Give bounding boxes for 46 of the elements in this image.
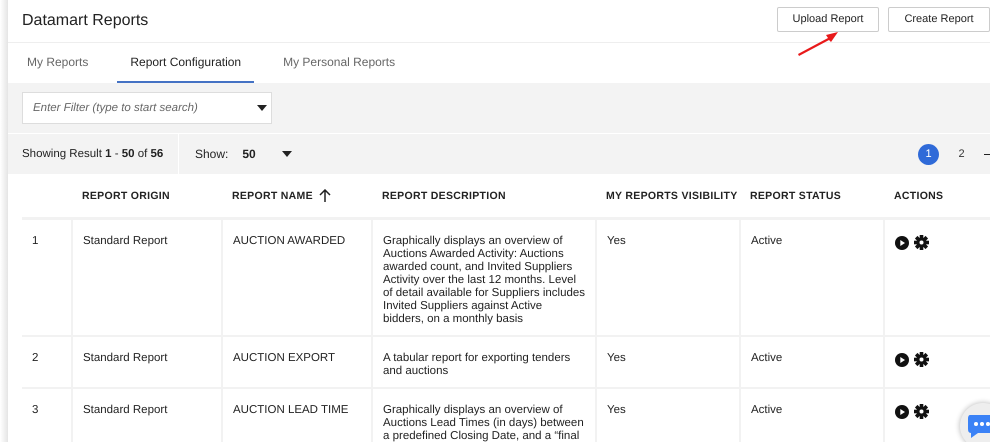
caret-icon: [282, 151, 292, 157]
table-cell: Yes: [607, 404, 626, 416]
column-header[interactable]: ACTIONS: [894, 190, 944, 202]
play-icon[interactable]: [895, 236, 909, 250]
table-cell: AUCTION EXPORT: [233, 352, 336, 364]
table-cell: AUCTION AWARDED: [233, 235, 346, 247]
table-cell: 2: [32, 352, 38, 364]
header-button[interactable]: Create Report: [888, 6, 990, 32]
settings-icon[interactable]: [914, 235, 929, 250]
table-cell: Active: [751, 404, 782, 416]
table-cell: Graphically displays an overview of Auctions Awarded Activity: Auctions awarded count, and Invited Suppliers Activity over the last 12 months. Level of detail available for Suppliers includes Invited Suppliers against Active bidders, on a monthly basis: [383, 235, 586, 325]
chat-icon: [966, 413, 990, 439]
column-header[interactable]: REPORT DESCRIPTION: [382, 190, 506, 202]
table-cell: Active: [751, 235, 782, 247]
show-label: Show:: [195, 147, 228, 161]
column-header[interactable]: REPORT STATUS: [750, 190, 842, 202]
tab[interactable]: My Reports: [14, 43, 102, 83]
column-header[interactable]: REPORT ORIGIN: [82, 190, 170, 202]
play-icon[interactable]: [895, 352, 909, 366]
table-cell: A tabular report for exporting tenders and auctions: [383, 352, 570, 377]
result-summary: Showing Result 1 - 50 of 56: [8, 134, 179, 174]
table-cell: Yes: [607, 352, 626, 364]
table-cell: AUCTION LEAD TIME: [233, 404, 348, 416]
page-link[interactable]: 1: [918, 144, 939, 164]
table-cell: 3: [32, 404, 38, 416]
page-size-dropdown[interactable]: 50: [238, 143, 296, 165]
table-cell: Graphically displays an overview of Auctions Lead Times (in days) between a predefined Closing Date, and a “final: [383, 404, 584, 442]
table-cell: Yes: [607, 235, 626, 247]
column-header[interactable]: REPORT NAME: [232, 189, 331, 203]
pointer-arrow: [796, 30, 840, 56]
column-header[interactable]: MY REPORTS VISIBILITY: [606, 190, 738, 202]
caret-icon: [257, 105, 267, 111]
page-title: Datamart Reports: [22, 12, 148, 30]
play-icon[interactable]: [895, 404, 909, 418]
page-link[interactable]: 2: [951, 144, 972, 164]
header-button[interactable]: Upload Report: [777, 6, 879, 32]
filter-field[interactable]: Enter Filter (type to start search): [22, 92, 272, 124]
table-cell: Standard Report: [83, 404, 168, 416]
table-cell: Active: [751, 352, 782, 364]
settings-icon[interactable]: [914, 352, 929, 367]
table-cell: 1: [32, 235, 38, 247]
sort-up-icon[interactable]: [318, 189, 331, 203]
table-cell: Standard Report: [83, 235, 168, 247]
tab[interactable]: My Personal Reports: [270, 43, 408, 83]
table-cell: Standard Report: [83, 352, 168, 364]
settings-icon[interactable]: [914, 404, 929, 419]
